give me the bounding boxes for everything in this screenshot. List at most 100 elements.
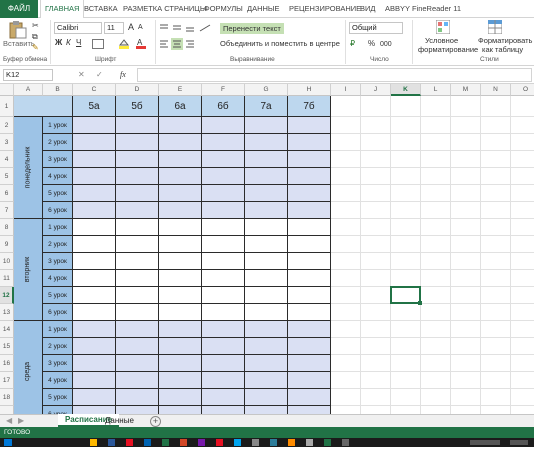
cell[interactable]	[481, 168, 511, 185]
decrease-font-icon[interactable]: A	[138, 23, 143, 33]
lesson-label[interactable]: 5 урок	[43, 185, 73, 202]
cell[interactable]	[421, 151, 451, 168]
cell[interactable]	[451, 168, 481, 185]
tab-insert[interactable]: ВСТАВКА	[84, 0, 118, 18]
horizontal-align-icons[interactable]	[158, 38, 214, 50]
fill-color-icon[interactable]	[118, 39, 130, 49]
select-all-corner[interactable]	[0, 84, 14, 96]
schedule-cell[interactable]	[73, 389, 116, 406]
cancel-icon[interactable]: ✕	[78, 70, 85, 80]
schedule-cell[interactable]	[73, 287, 116, 304]
schedule-cell[interactable]	[159, 321, 202, 338]
selected-cell[interactable]	[390, 286, 421, 304]
cell[interactable]	[421, 134, 451, 151]
schedule-cell[interactable]	[73, 219, 116, 236]
schedule-cell[interactable]	[73, 338, 116, 355]
cell[interactable]	[331, 236, 361, 253]
cell[interactable]	[511, 372, 534, 389]
cell[interactable]	[331, 185, 361, 202]
schedule-cell[interactable]	[159, 355, 202, 372]
cell[interactable]	[421, 117, 451, 134]
copy-icon[interactable]: ⧉	[32, 32, 38, 42]
column-header[interactable]: G	[245, 84, 288, 96]
schedule-cell[interactable]	[73, 406, 116, 414]
cell[interactable]	[421, 236, 451, 253]
cell[interactable]	[481, 253, 511, 270]
schedule-cell[interactable]	[202, 151, 245, 168]
class-header[interactable]: 5б	[116, 96, 159, 117]
schedule-cell[interactable]	[202, 134, 245, 151]
schedule-cell[interactable]	[73, 168, 116, 185]
cell[interactable]	[511, 185, 534, 202]
schedule-cell[interactable]	[245, 253, 288, 270]
cell[interactable]	[361, 168, 391, 185]
schedule-cell[interactable]	[245, 321, 288, 338]
lesson-label[interactable]: 6 урок	[43, 406, 73, 414]
schedule-cell[interactable]	[116, 287, 159, 304]
schedule-cell[interactable]	[245, 202, 288, 219]
schedule-cell[interactable]	[73, 236, 116, 253]
cell[interactable]	[331, 117, 361, 134]
column-header[interactable]: H	[288, 84, 331, 96]
cell[interactable]	[421, 219, 451, 236]
cell[interactable]	[481, 321, 511, 338]
cell[interactable]	[451, 151, 481, 168]
cell[interactable]	[391, 96, 421, 117]
cell[interactable]	[361, 372, 391, 389]
schedule-cell[interactable]	[73, 151, 116, 168]
lesson-label[interactable]: 5 урок	[43, 389, 73, 406]
schedule-cell[interactable]	[202, 406, 245, 414]
schedule-cell[interactable]	[288, 287, 331, 304]
row-header[interactable]: 12	[0, 287, 14, 304]
schedule-cell[interactable]	[116, 338, 159, 355]
cell[interactable]	[511, 304, 534, 321]
cell[interactable]	[451, 287, 481, 304]
cell[interactable]	[451, 96, 481, 117]
lesson-label[interactable]: 6 урок	[43, 304, 73, 321]
cell[interactable]	[511, 236, 534, 253]
schedule-cell[interactable]	[159, 117, 202, 134]
schedule-cell[interactable]	[245, 134, 288, 151]
schedule-cell[interactable]	[159, 253, 202, 270]
schedule-cell[interactable]	[159, 219, 202, 236]
cell[interactable]	[391, 406, 421, 414]
schedule-cell[interactable]	[288, 389, 331, 406]
cell[interactable]	[451, 389, 481, 406]
column-header[interactable]: K	[391, 84, 421, 96]
cell[interactable]	[331, 202, 361, 219]
schedule-cell[interactable]	[245, 355, 288, 372]
cell[interactable]	[331, 134, 361, 151]
schedule-cell[interactable]	[202, 355, 245, 372]
column-header[interactable]: A	[14, 84, 43, 96]
schedule-cell[interactable]	[288, 355, 331, 372]
cell[interactable]	[451, 236, 481, 253]
currency-format-button[interactable]: ₽	[350, 39, 355, 49]
schedule-cell[interactable]	[288, 168, 331, 185]
lesson-label[interactable]: 1 урок	[43, 117, 73, 134]
cell[interactable]	[391, 219, 421, 236]
row-header[interactable]: 3	[0, 134, 14, 151]
percent-format-button[interactable]: %	[368, 39, 375, 49]
cell[interactable]	[391, 321, 421, 338]
increase-font-icon[interactable]: A	[128, 22, 134, 32]
schedule-cell[interactable]	[245, 270, 288, 287]
cell[interactable]	[331, 168, 361, 185]
conditional-format-label-2[interactable]: форматирование	[418, 45, 478, 54]
cell[interactable]	[451, 304, 481, 321]
schedule-cell[interactable]	[116, 406, 159, 414]
cell[interactable]	[331, 389, 361, 406]
schedule-cell[interactable]	[159, 372, 202, 389]
schedule-cell[interactable]	[202, 287, 245, 304]
cell[interactable]	[331, 151, 361, 168]
schedule-cell[interactable]	[159, 338, 202, 355]
merge-center-button[interactable]: Объединить и поместить в центре	[220, 39, 340, 48]
cell[interactable]	[511, 406, 534, 414]
cell[interactable]	[331, 287, 361, 304]
wrap-text-button[interactable]: Перенести текст	[220, 23, 284, 34]
schedule-cell[interactable]	[73, 355, 116, 372]
name-box[interactable]: K12	[3, 69, 53, 81]
schedule-cell[interactable]	[116, 151, 159, 168]
cell[interactable]	[451, 406, 481, 414]
schedule-cell[interactable]	[288, 236, 331, 253]
schedule-cell[interactable]	[73, 304, 116, 321]
